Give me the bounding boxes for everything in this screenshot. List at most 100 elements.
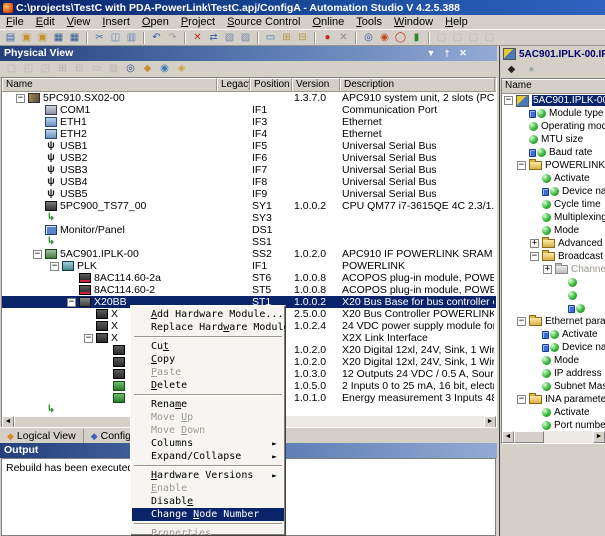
paste-icon[interactable]: ▥ (124, 31, 139, 45)
value-diamond-icon[interactable]: ◆ (504, 63, 519, 77)
tree-row-usb4[interactable]: ψUSB4IF8Universal Serial Bus (2, 176, 496, 188)
menu-edit[interactable]: Edit (30, 15, 61, 29)
context-menu-item-hardware-versions[interactable]: Hardware Versions► (132, 469, 284, 482)
config-row-ethernet-parameters[interactable]: −Ethernet parameters (502, 315, 605, 328)
config-row-ip-address[interactable]: IP address (502, 367, 605, 380)
context-menu-item-delete[interactable]: Delete (132, 379, 284, 392)
zoom-in-icon[interactable]: ◰ (21, 62, 36, 76)
config-row-advanced[interactable]: +Advanced (502, 237, 605, 250)
collapse-toggle[interactable]: − (50, 262, 59, 271)
collapse-toggle[interactable]: − (504, 96, 513, 105)
tree-row-8ac114-60-2a[interactable]: 8AC114.60-2aST61.0.0.8ACOPOS plug-in mod… (2, 272, 496, 284)
config-row-multiplexing[interactable]: Multiplexing (502, 211, 605, 224)
tab-logical-view[interactable]: ◆Logical View (0, 429, 84, 444)
menu-view[interactable]: View (61, 15, 97, 29)
scroll-thumb[interactable] (514, 431, 544, 443)
expand-all-icon[interactable]: ⊞ (55, 62, 70, 76)
context-menu-item-rename[interactable]: Rename (132, 398, 284, 411)
close-icon[interactable]: ✕ (457, 46, 469, 61)
scroll-left-button[interactable]: ◄ (502, 431, 514, 443)
collapse-toggle[interactable]: − (530, 252, 539, 261)
config-row-activate[interactable]: Activate (502, 172, 605, 185)
traffic-light-icon[interactable]: ▮ (409, 31, 424, 45)
config-row-mode[interactable]: Mode (502, 224, 605, 237)
context-menu-item-columns[interactable]: Columns► (132, 437, 284, 450)
config-row-module-type[interactable]: Module type (502, 107, 605, 120)
context-menu-item-change-node-number[interactable]: Change Node Number (132, 508, 284, 521)
menu-project[interactable]: Project (175, 15, 221, 29)
config-row-powerlink[interactable]: −POWERLINK (502, 159, 605, 172)
rebuild-icon[interactable]: ▨ (238, 31, 253, 45)
new-object-icon[interactable]: ▤ (3, 31, 18, 45)
menu-insert[interactable]: Insert (96, 15, 136, 29)
collapse-toggle[interactable]: − (67, 298, 76, 307)
status-dot-icon[interactable]: ● (524, 63, 539, 77)
find-icon[interactable]: ◎ (361, 31, 376, 45)
tree-row-com1[interactable]: COM1IF1Communication Port (2, 104, 496, 116)
zoom-out-icon[interactable]: ◳ (38, 62, 53, 76)
context-menu-item-cut[interactable]: Cut (132, 340, 284, 353)
menu-window[interactable]: Window (388, 15, 439, 29)
tree-row-usb1[interactable]: ψUSB1IF5Universal Serial Bus (2, 140, 496, 152)
tree-row-5pc900-ts77-00[interactable]: 5PC900_TS77_00SY11.0.0.2CPU QM77 i7-3615… (2, 200, 496, 212)
config-row-mtu-size[interactable]: MTU size (502, 133, 605, 146)
filter-icon[interactable]: ▭ (89, 62, 104, 76)
collapse-all-icon[interactable]: ⊟ (72, 62, 87, 76)
globe-icon[interactable]: ◉ (157, 62, 172, 76)
menu-help[interactable]: Help (439, 15, 474, 29)
dock-icon[interactable]: ▢ (4, 62, 19, 76)
tree-row-usb5[interactable]: ψUSB5IF9Universal Serial Bus (2, 188, 496, 200)
tree-row-plk[interactable]: −PLKIF1POWERLINK (2, 260, 496, 272)
config-row-cycle-time[interactable]: Cycle time (502, 198, 605, 211)
pin-icon[interactable]: † (441, 46, 453, 61)
compass-icon[interactable]: ◈ (174, 62, 189, 76)
copy-icon[interactable]: ◫ (108, 31, 123, 45)
transfer-icon[interactable]: ⇄ (206, 31, 221, 45)
config-row-ina-parameters[interactable]: −INA parameters (502, 393, 605, 406)
expand-toggle[interactable]: + (530, 239, 539, 248)
save-icon[interactable]: ▦ (51, 31, 66, 45)
config-row-parameter[interactable] (502, 289, 605, 302)
tree-row-eth2[interactable]: ETH2IF4Ethernet (2, 128, 496, 140)
context-menu-item-copy[interactable]: Copy (132, 353, 284, 366)
configuration-hscrollbar[interactable]: ◄ ► (502, 431, 605, 443)
config-row-5ac901-iplk-00-if1[interactable]: −5AC901.IPLK-00.IF1 (502, 94, 605, 107)
tree-row-eth1[interactable]: ETH1IF3Ethernet (2, 116, 496, 128)
tree-row-usb2[interactable]: ψUSB2IF6Universal Serial Bus (2, 152, 496, 164)
menu-tools[interactable]: Tools (350, 15, 388, 29)
expand-toggle[interactable]: + (543, 265, 552, 274)
config-row-channel[interactable]: +Channel (502, 263, 605, 276)
open-folder-icon[interactable]: ▣ (19, 31, 34, 45)
context-menu-item-replace-hardware-module[interactable]: Replace Hardware Module... (132, 321, 284, 334)
context-menu-item-expand-collapse[interactable]: Expand/Collapse► (132, 450, 284, 463)
config-row-parameter[interactable] (502, 276, 605, 289)
breakpoint-icon[interactable]: ● (320, 31, 335, 45)
watch-window-icon[interactable]: ⊞ (279, 31, 294, 45)
power-icon[interactable]: ◯ (393, 31, 408, 45)
context-menu-item-disable[interactable]: Disable (132, 495, 284, 508)
cut-icon[interactable]: ✂ (92, 31, 107, 45)
inactive-icon-4[interactable]: ▢ (482, 31, 497, 45)
config-row-mode[interactable]: Mode (502, 354, 605, 367)
tree-row-5pc910-sx02-00[interactable]: −5PC910.SX02-001.3.7.0APC910 system unit… (2, 92, 496, 104)
tree-row-usb3[interactable]: ψUSB3IF7Universal Serial Bus (2, 164, 496, 176)
tree-row-8ac114-60-2[interactable]: 8AC114.60-2ST51.0.0.8ACOPOS plug-in modu… (2, 284, 496, 296)
scroll-right-button[interactable]: ► (593, 431, 605, 443)
config-row-parameter[interactable] (502, 302, 605, 315)
config-row-activate[interactable]: Activate (502, 328, 605, 341)
config-row-subnet-mask[interactable]: Subnet Mask (502, 380, 605, 393)
online-globe-icon[interactable]: ◉ (377, 31, 392, 45)
compile-icon[interactable]: ▧ (222, 31, 237, 45)
tree-row-5ac901-iplk-00[interactable]: −5AC901.IPLK-00SS21.0.2.0APC910 IF POWER… (2, 248, 496, 260)
open-project-icon[interactable]: ▣ (35, 31, 50, 45)
menu-file[interactable]: File (0, 15, 30, 29)
menu-source-control[interactable]: Source Control (221, 15, 306, 29)
paint-icon[interactable]: ◆ (140, 62, 155, 76)
redo-icon[interactable]: ↷ (165, 31, 180, 45)
search-icon[interactable]: ◎ (123, 62, 138, 76)
config-row-operating-mode[interactable]: Operating mode (502, 120, 605, 133)
config-row-broadcast[interactable]: −Broadcast (502, 250, 605, 263)
context-menu-item-add-hardware-module[interactable]: Add Hardware Module... (132, 308, 284, 321)
print-icon[interactable]: ▥ (106, 62, 121, 76)
tree-row-monitor-panel[interactable]: Monitor/PanelDS1 (2, 224, 496, 236)
